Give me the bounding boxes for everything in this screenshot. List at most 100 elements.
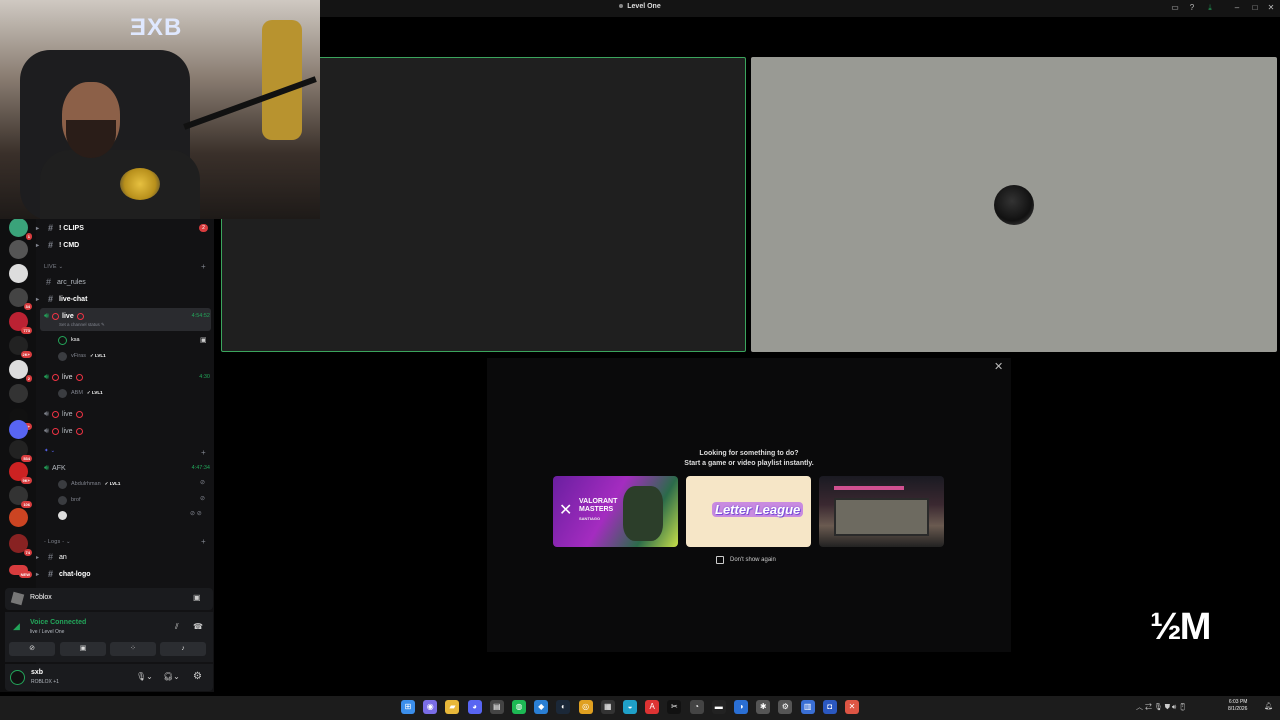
help-icon[interactable]: ? xyxy=(1187,3,1197,13)
voice-user[interactable]: Abdulrhman ✓ LVL1 xyxy=(58,478,208,490)
server-icon[interactable]: 534 xyxy=(9,440,32,462)
activity-card-store[interactable] xyxy=(819,476,944,547)
channel-live-chat[interactable]: ▸ # live-chat xyxy=(36,292,87,306)
checkbox[interactable] xyxy=(716,556,724,564)
app-icon[interactable]: ▬ xyxy=(711,700,726,714)
system-clock[interactable]: 6:03 PM 8/1/2026 xyxy=(1228,699,1247,713)
voice-user-name: Abdulrhman xyxy=(71,481,101,487)
user-avatar xyxy=(994,185,1034,225)
channel-chat-logo[interactable]: ▸ # chat-logo xyxy=(36,567,91,581)
discord-icon[interactable]: ◕ xyxy=(467,700,482,714)
channel-status[interactable]: Set a channel status ✎ xyxy=(59,322,105,328)
server-icon[interactable] xyxy=(9,264,28,283)
category-live[interactable]: LIVE ⌄ xyxy=(44,264,63,270)
noise-suppression-icon[interactable]: ⫽ xyxy=(175,622,179,632)
close-window-icon[interactable]: ✕ xyxy=(1266,3,1276,13)
close-app-icon[interactable]: ✕ xyxy=(845,700,859,714)
red-circle-icon xyxy=(75,410,83,418)
headset-icon[interactable]: 🎧︎⌄ xyxy=(163,672,180,681)
add-channel-icon[interactable]: + xyxy=(201,537,206,546)
server-icon[interactable]: 9K+ xyxy=(9,462,32,484)
inbox-icon[interactable]: ▭ xyxy=(1170,3,1180,13)
voice-channel-live-4[interactable]: 🔊︎ live xyxy=(44,424,214,438)
voice-channel-live-3[interactable]: 🔊︎ live xyxy=(44,407,214,421)
server-badge: 1 xyxy=(25,233,32,240)
terminal-icon[interactable]: ▤ xyxy=(489,700,504,714)
activity-card-valorant[interactable]: ✕ VALORANT MASTERS SANTIAGO xyxy=(553,476,678,547)
activity-card-letter-league[interactable]: Letter League xyxy=(686,476,811,547)
app-icon[interactable]: ◘ xyxy=(822,700,837,714)
speaker-icon: 🔊︎ xyxy=(44,463,50,472)
vscode-icon[interactable]: ◆ xyxy=(534,700,549,714)
category-collapsed[interactable]: ✦ ⌄ xyxy=(44,448,55,454)
server-icon[interactable]: 34 xyxy=(9,288,32,310)
voice-user[interactable]: vFiras ✓ LVL1 xyxy=(58,350,208,362)
voice-channel-live-1[interactable]: 🔊︎ live 4:54:52 xyxy=(44,309,214,323)
user-avatar[interactable] xyxy=(10,670,25,685)
server-icon[interactable] xyxy=(9,508,28,527)
capcut-icon[interactable]: ✂ xyxy=(667,700,682,714)
server-icon[interactable]: 773 xyxy=(9,312,32,334)
edge-icon[interactable]: ◒ xyxy=(623,700,637,714)
add-channel-icon[interactable]: + xyxy=(201,262,206,271)
server-icon[interactable]: 106 xyxy=(9,486,32,508)
copilot-icon[interactable]: ◉ xyxy=(423,700,438,714)
chrome-icon[interactable]: ◎ xyxy=(578,700,593,714)
voice-user[interactable]: ABM ✓ LVL1 xyxy=(58,387,208,399)
red-circle-icon xyxy=(76,312,84,320)
voice-user[interactable]: ksa xyxy=(58,334,208,346)
windows-start-icon[interactable]: ⊞ xyxy=(401,700,415,714)
settings-gear-icon[interactable]: ⚙ xyxy=(778,700,793,714)
screen-share-button[interactable]: ▣ xyxy=(60,642,106,656)
tray-icons[interactable]: ︿ ⇄ 🎙︎ ⛊ 🔊︎ 🔋︎ xyxy=(1136,702,1187,712)
maximize-icon[interactable]: □ xyxy=(1250,3,1260,13)
signal-icon[interactable]: ◢ xyxy=(13,621,20,632)
soundboard-button[interactable]: ♪ xyxy=(160,642,206,656)
settings-icon[interactable]: ✱ xyxy=(756,700,771,714)
activity-status-panel[interactable]: Roblox ▣ xyxy=(5,588,213,610)
close-icon[interactable]: ✕ xyxy=(994,360,1003,373)
file-explorer-icon[interactable]: ▰ xyxy=(445,700,460,714)
channel-cmd[interactable]: ▸ # ! CMD xyxy=(36,238,79,252)
category-logs[interactable]: - Logs - ⌄ xyxy=(44,539,71,545)
notepad-icon[interactable]: ▥ xyxy=(800,700,815,714)
minimize-icon[interactable]: – xyxy=(1232,3,1242,13)
channel-label: ! CMD xyxy=(59,241,80,249)
speaker-icon: 🔊︎ xyxy=(44,372,50,381)
voice-channel-live-2[interactable]: 🔊︎ live 4:30 xyxy=(44,370,214,384)
server-icon[interactable]: 1 xyxy=(9,218,32,240)
server-icon[interactable] xyxy=(9,384,28,403)
valorant-logo-icon: ✕ xyxy=(559,502,573,519)
disconnect-icon[interactable]: ☎ xyxy=(193,622,203,631)
server-icon[interactable] xyxy=(9,420,28,439)
spotify-icon[interactable]: ◍ xyxy=(512,700,526,714)
voice-user[interactable] xyxy=(58,509,208,521)
server-icon[interactable]: 2K+ xyxy=(9,336,32,358)
server-icon[interactable]: 2 xyxy=(9,360,32,382)
obs-icon[interactable]: ◔ xyxy=(689,700,704,714)
settings-gear-icon[interactable]: ⚙ xyxy=(193,671,202,682)
notification-bell-icon[interactable]: 🔔︎ xyxy=(1264,702,1273,710)
server-icon[interactable] xyxy=(9,240,28,259)
channel-arc-rules[interactable]: # arc_rules xyxy=(44,275,86,289)
dont-show-again-row[interactable]: Don't show again xyxy=(716,556,776,564)
camera-off-button[interactable]: ⊘ xyxy=(9,642,55,656)
app-icon[interactable]: ◑ xyxy=(734,700,748,714)
video-tile-user[interactable] xyxy=(751,57,1277,352)
voice-channel-afk[interactable]: 🔊︎ AFK 4:47:34 xyxy=(44,461,214,475)
activity-screen-icon[interactable]: ▣ xyxy=(193,593,201,602)
app-icon[interactable]: A xyxy=(645,700,660,714)
voice-channel-path[interactable]: live / Level One xyxy=(30,629,64,635)
channel-an[interactable]: ▸ # an xyxy=(36,550,67,564)
microphone-icon[interactable]: 🎙︎⌄ xyxy=(136,672,153,681)
activities-button[interactable]: ⁘ xyxy=(110,642,156,656)
channel-clips[interactable]: ▸ # ! CLIPS xyxy=(36,221,84,235)
add-channel-icon[interactable]: + xyxy=(201,448,206,457)
server-icon[interactable]: 74 xyxy=(9,534,32,556)
calculator-icon[interactable]: ▦ xyxy=(600,700,615,714)
server-icon[interactable]: NEW xyxy=(9,565,32,578)
download-icon[interactable]: ⤓ xyxy=(1205,3,1215,13)
steam-icon[interactable]: ◐ xyxy=(556,700,571,714)
deafened-icon: ⊘ ⊘ xyxy=(190,511,202,517)
voice-user[interactable]: brof xyxy=(58,494,208,506)
